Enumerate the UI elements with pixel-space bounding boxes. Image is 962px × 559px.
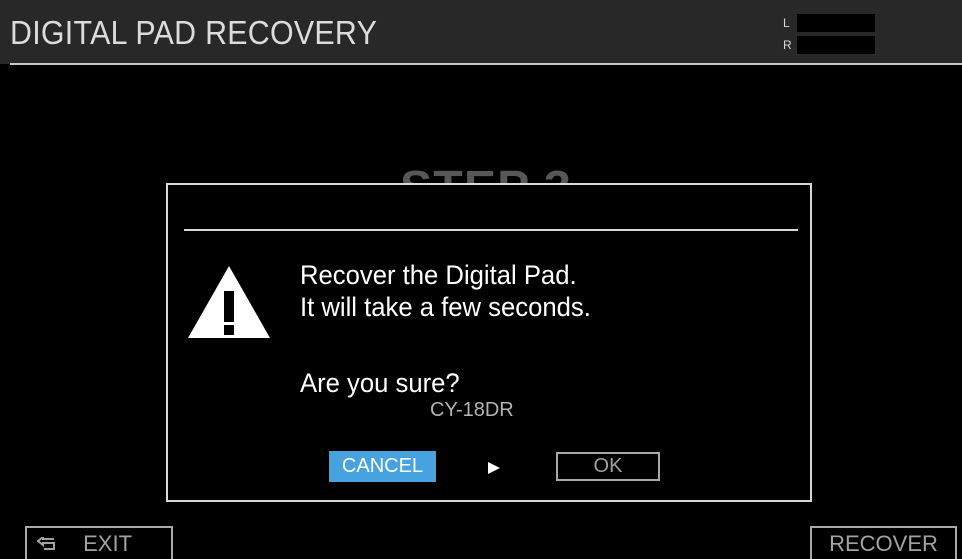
dialog-message-line-2: It will take a few seconds.	[300, 292, 591, 322]
recover-button-label: RECOVER	[829, 531, 938, 556]
dialog-question: Are you sure?	[300, 368, 460, 398]
cancel-button[interactable]: CANCEL	[329, 451, 436, 482]
recover-button[interactable]: RECOVER	[810, 526, 957, 559]
dialog-divider	[184, 229, 798, 231]
digital-pad-recovery-screen: DIGITAL PAD RECOVERY L R STEP 3 Recover …	[0, 0, 962, 559]
meter-right-label: R	[783, 38, 792, 52]
exit-button[interactable]: EXIT	[25, 526, 173, 559]
meter-left-label: L	[783, 16, 790, 30]
exit-button-label: EXIT	[83, 531, 133, 556]
device-name: CY-18DR	[430, 399, 514, 421]
play-arrow-icon	[488, 462, 500, 474]
warning-icon	[188, 266, 270, 338]
dialog-message: Recover the Digital Pad. It will take a …	[300, 259, 591, 323]
cancel-button-label: CANCEL	[341, 455, 424, 477]
header-divider	[10, 63, 962, 65]
page-title: DIGITAL PAD RECOVERY	[10, 14, 378, 51]
meter-right: R	[783, 36, 875, 54]
confirmation-dialog: Recover the Digital Pad. It will take a …	[166, 183, 812, 502]
header: DIGITAL PAD RECOVERY L R	[0, 0, 962, 65]
ok-button[interactable]: OK	[556, 452, 660, 481]
meter-left-bar	[797, 14, 875, 32]
return-icon	[37, 537, 55, 551]
ok-button-label: OK	[593, 455, 623, 477]
level-meter: L R	[783, 14, 875, 56]
meter-right-bar	[797, 36, 875, 54]
meter-left: L	[783, 14, 875, 32]
dialog-message-line-1: Recover the Digital Pad.	[300, 260, 577, 290]
